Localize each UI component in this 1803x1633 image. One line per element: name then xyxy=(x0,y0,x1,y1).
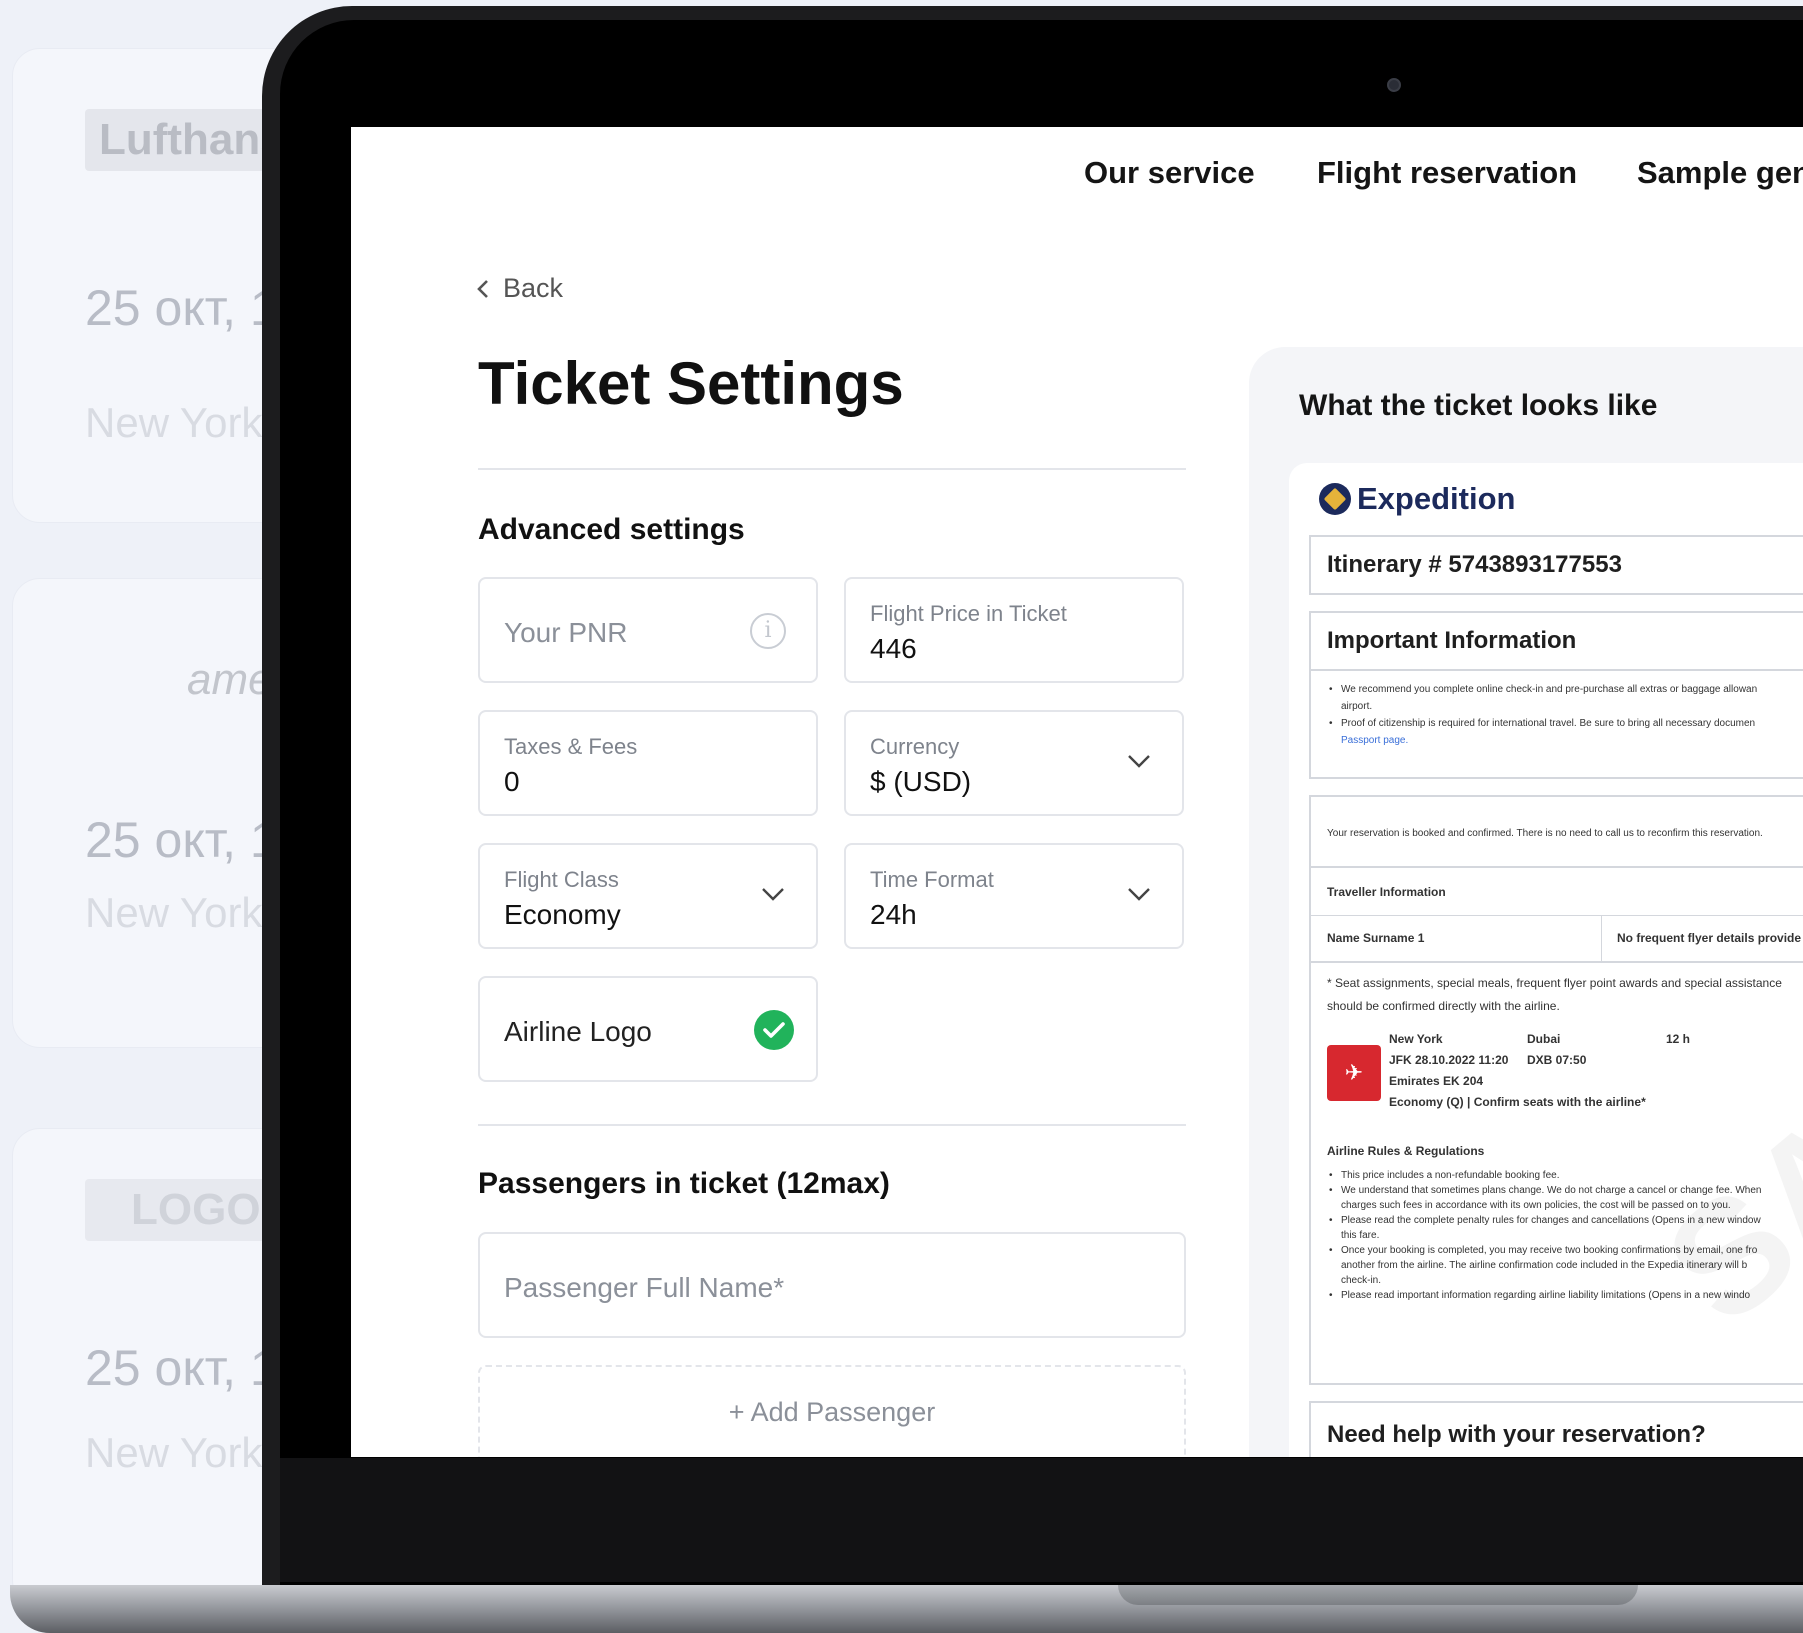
add-passenger-button[interactable]: + Add Passenger xyxy=(478,1365,1186,1457)
flight-price-label: Flight Price in Ticket xyxy=(870,601,1067,626)
flight-class-value: Economy xyxy=(504,899,621,930)
passengers-heading: Passengers in ticket (12max) xyxy=(478,1167,890,1200)
itinerary-number: Itinerary # 5743893177553 xyxy=(1327,551,1622,578)
currency-value: $ (USD) xyxy=(870,766,972,797)
chevron-down-icon xyxy=(762,888,784,901)
flight-class-label: Flight Class xyxy=(504,867,619,892)
ticket-brand: Expedition xyxy=(1319,481,1515,517)
camera-icon xyxy=(1387,78,1401,92)
itinerary-box: Itinerary # 5743893177553 xyxy=(1309,535,1803,595)
divider xyxy=(478,468,1186,470)
traveller-heading: Traveller Information xyxy=(1327,885,1446,899)
important-heading: Important Information xyxy=(1311,613,1803,671)
chevron-left-icon xyxy=(477,279,488,298)
important-line-1b: airport. xyxy=(1341,701,1373,712)
time-format-label: Time Format xyxy=(870,867,994,892)
flight-city: New York xyxy=(85,889,263,936)
time-format-select[interactable]: Time Format 24h xyxy=(844,843,1184,949)
seat-note-line-1: * Seat assignments, special meals, frequ… xyxy=(1327,976,1782,990)
flight-date: 25 окт, 1 xyxy=(85,280,278,336)
back-label: Back xyxy=(503,273,564,303)
chevron-down-icon xyxy=(1128,888,1150,901)
brand-name: Expedition xyxy=(1357,481,1516,516)
class-line: Economy (Q) | Confirm seats with the air… xyxy=(1389,1095,1646,1109)
flight-city: New York xyxy=(85,399,263,446)
to-city: Dubai xyxy=(1527,1032,1561,1046)
flight-class-select[interactable]: Flight Class Economy xyxy=(478,843,818,949)
seat-note-line-2: should be confirmed directly with the ai… xyxy=(1327,999,1560,1013)
screen: Our service Flight reservation Sample ge… xyxy=(351,127,1803,1457)
flight-date: 25 окт, 1 xyxy=(85,812,278,868)
emirates-logo-icon: ✈ xyxy=(1327,1045,1381,1101)
departure: JFK 28.10.2022 11:20 xyxy=(1389,1053,1509,1067)
flight-city: New York xyxy=(85,1429,263,1476)
top-nav: Our service Flight reservation Sample ge… xyxy=(351,155,1803,205)
important-line-2: Proof of citizenship is required for int… xyxy=(1327,715,1803,732)
help-box: Need help with your reservation? xyxy=(1309,1401,1803,1457)
flight-segment: ✈ New York Dubai 12 h JFK 28.10.2022 11:… xyxy=(1311,1015,1803,1143)
preview-title: What the ticket looks like xyxy=(1299,389,1658,422)
advanced-settings-heading: Advanced settings xyxy=(478,513,745,546)
pnr-field[interactable]: Your PNR i xyxy=(478,577,818,683)
nav-our-service[interactable]: Our service xyxy=(1084,155,1255,191)
airline-logo-label: Airline Logo xyxy=(504,1016,652,1047)
flight-number: Emirates EK 204 xyxy=(1389,1074,1484,1088)
important-line-1: We recommend you complete online check-i… xyxy=(1327,681,1803,698)
help-heading: Need help with your reservation? xyxy=(1327,1421,1706,1448)
checkmark-icon[interactable] xyxy=(754,1010,794,1050)
flight-price-field[interactable]: Flight Price in Ticket 446 xyxy=(844,577,1184,683)
page-title: Ticket Settings xyxy=(478,350,904,417)
taxes-value: 0 xyxy=(504,766,520,797)
currency-select[interactable]: Currency $ (USD) xyxy=(844,710,1184,816)
ticket-sample: Expedition Itinerary # 5743893177553 Imp… xyxy=(1289,463,1803,1457)
important-info-box: Important Information We recommend you c… xyxy=(1309,611,1803,779)
passenger-name-placeholder: Passenger Full Name* xyxy=(504,1272,785,1303)
ticket-preview-panel: What the ticket looks like Expedition It… xyxy=(1249,347,1803,1457)
frequent-flyer: No frequent flyer details provide xyxy=(1617,931,1802,945)
confirmed-note: Your reservation is booked and confirmed… xyxy=(1327,828,1763,839)
flight-date: 25 окт, 1 xyxy=(85,1340,278,1396)
add-passenger-label: + Add Passenger xyxy=(728,1397,936,1427)
currency-label: Currency xyxy=(870,734,960,759)
laptop-notch xyxy=(1118,1585,1638,1605)
airline-logo-toggle[interactable]: Airline Logo xyxy=(478,976,818,1082)
passenger-name-input[interactable]: Passenger Full Name* xyxy=(478,1232,1186,1338)
laptop-chin xyxy=(280,1458,1803,1582)
info-icon[interactable]: i xyxy=(750,613,786,649)
expedition-logo-icon xyxy=(1319,483,1351,515)
back-link[interactable]: Back xyxy=(475,273,563,304)
passport-page-link[interactable]: Passport page. xyxy=(1327,732,1803,749)
taxes-label: Taxes & Fees xyxy=(504,734,638,759)
chevron-down-icon xyxy=(1128,755,1150,768)
flight-price-value: 446 xyxy=(870,633,917,664)
nav-sample-generator[interactable]: Sample gene xyxy=(1637,155,1803,191)
divider xyxy=(478,1124,1186,1126)
nav-flight-reservation[interactable]: Flight reservation xyxy=(1317,155,1577,191)
pnr-placeholder: Your PNR xyxy=(504,617,628,648)
flight-duration: 12 h xyxy=(1666,1032,1691,1046)
from-city: New York xyxy=(1389,1032,1443,1046)
traveller-name: Name Surname 1 xyxy=(1327,931,1425,945)
taxes-field[interactable]: Taxes & Fees 0 xyxy=(478,710,818,816)
arrival: DXB 07:50 xyxy=(1527,1053,1587,1067)
time-format-value: 24h xyxy=(870,899,917,930)
